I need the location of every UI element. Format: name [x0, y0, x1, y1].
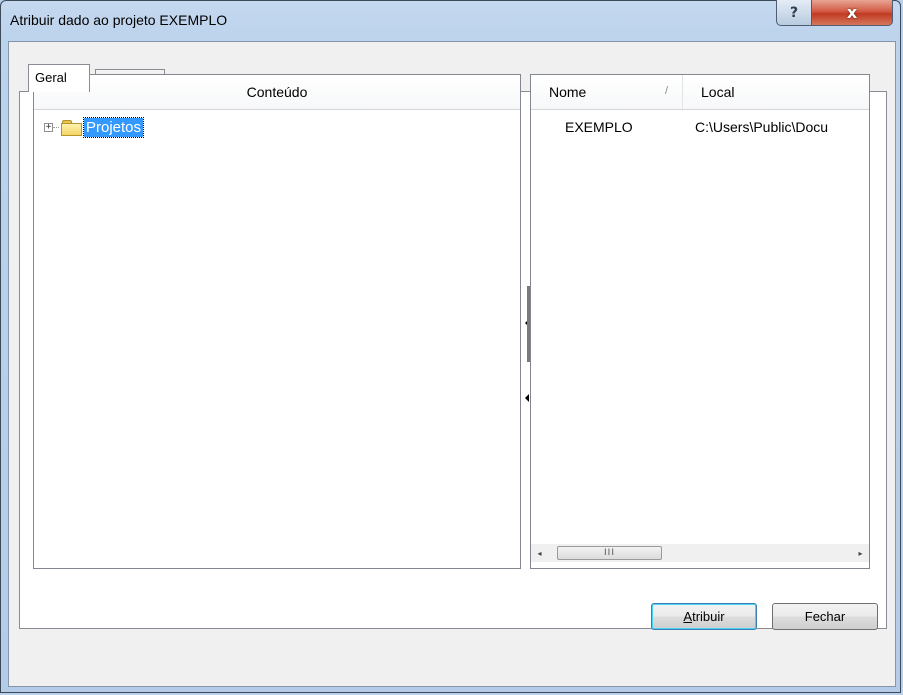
list-item[interactable]: EXEMPLO C:\Users\Public\Docu — [531, 115, 869, 139]
project-list[interactable]: Nome / Local EXEMPLO C:\Users\Public\Doc… — [530, 74, 870, 569]
help-button[interactable]: ? — [776, 0, 812, 26]
window-title: Atribuir dado ao projeto EXEMPLO — [10, 12, 228, 28]
tree-connector-line — [53, 127, 59, 128]
list-header: Nome / Local — [531, 75, 869, 110]
content-tree[interactable]: Conteúdo + Projetos — [33, 74, 521, 569]
scroll-right-icon[interactable]: ▸ — [852, 549, 869, 558]
help-icon: ? — [789, 4, 799, 21]
splitter-left-arrow-icon[interactable] — [525, 394, 529, 402]
cell-local: C:\Users\Public\Docu — [695, 119, 829, 135]
horizontal-scrollbar[interactable]: ◂ III ▸ — [531, 544, 869, 562]
column-header-nome[interactable]: Nome / — [531, 75, 683, 109]
tree-node-projetos[interactable]: + Projetos — [44, 117, 145, 138]
column-label-local: Local — [701, 84, 735, 100]
fechar-button[interactable]: Fechar — [772, 603, 878, 630]
column-header-local[interactable]: Local — [683, 75, 734, 109]
dialog-window: Atribuir dado ao projeto EXEMPLO ? x Ger… — [0, 0, 901, 693]
cell-nome: EXEMPLO — [565, 119, 633, 135]
tree-node-label[interactable]: Projetos — [82, 117, 145, 138]
scroll-left-icon[interactable]: ◂ — [531, 549, 548, 558]
column-label-nome: Nome — [549, 84, 587, 100]
tab-geral[interactable]: Geral — [28, 64, 90, 92]
atribuir-label: tribuir — [692, 609, 725, 624]
scroll-track[interactable]: III — [548, 545, 852, 562]
close-icon: x — [846, 3, 858, 22]
atribuir-mnemonic: A — [683, 609, 693, 624]
scroll-thumb[interactable]: III — [557, 545, 662, 560]
sort-icon: / — [664, 85, 668, 97]
folder-icon — [61, 120, 82, 136]
atribuir-button[interactable]: Atribuir — [651, 603, 757, 630]
close-button[interactable]: x — [811, 0, 893, 26]
tree-header-conteudo: Conteúdo — [34, 75, 520, 110]
expand-icon[interactable]: + — [44, 123, 53, 132]
